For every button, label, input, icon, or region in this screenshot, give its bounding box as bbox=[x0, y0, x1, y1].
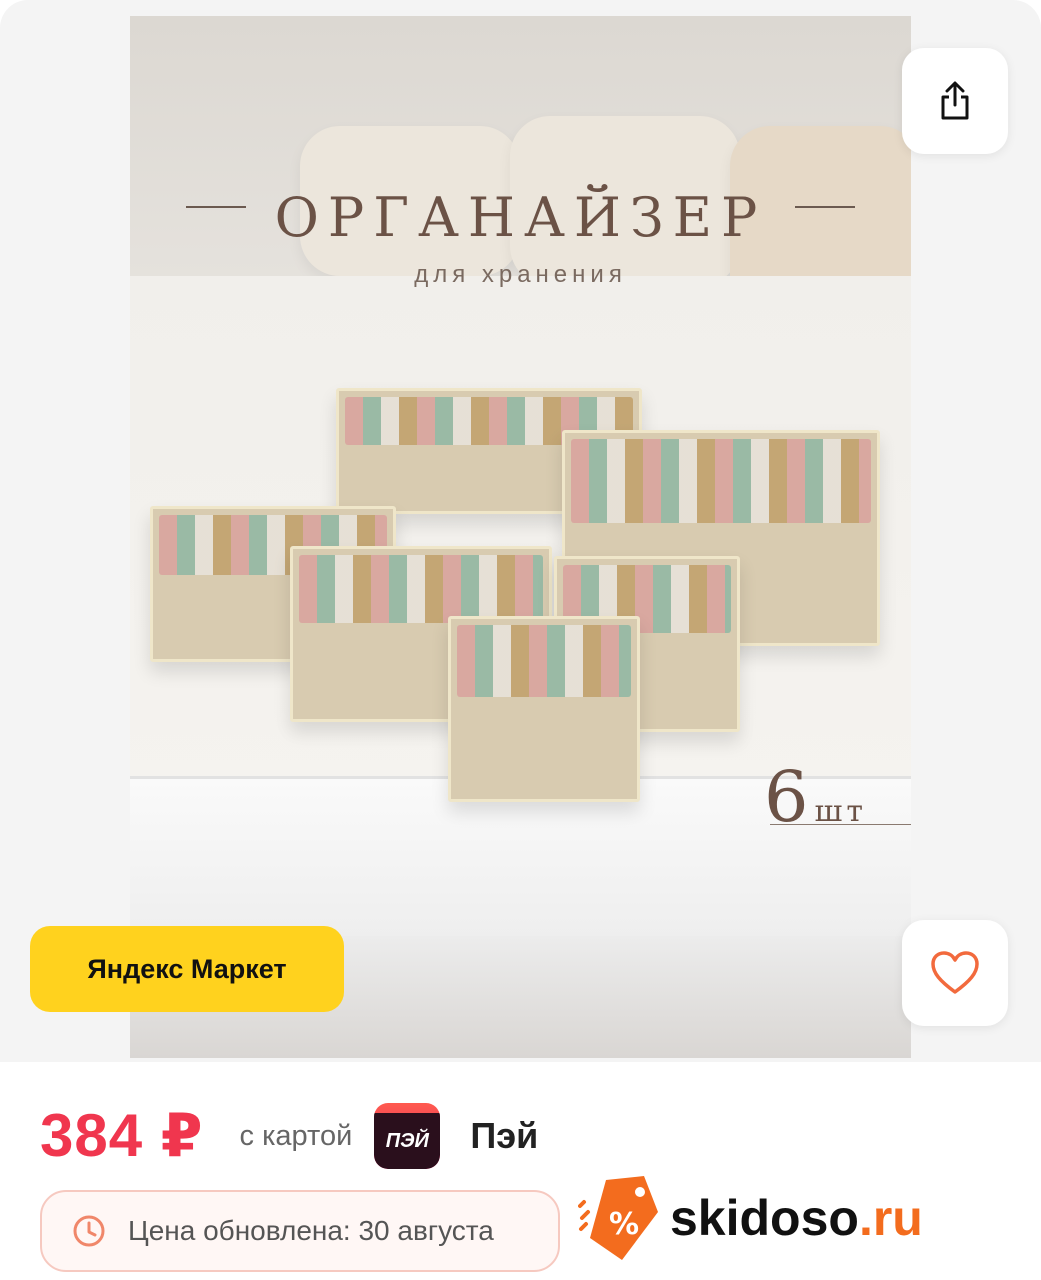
discount-tag-icon: % bbox=[578, 1176, 658, 1260]
price: 384 ₽ bbox=[40, 1102, 204, 1169]
image-title-block: ОРГАНАЙЗЕР для хранения bbox=[130, 186, 911, 289]
clock-icon bbox=[73, 1215, 105, 1247]
share-icon bbox=[941, 81, 969, 120]
store-badge[interactable]: Яндекс Маркет bbox=[30, 926, 344, 1012]
pay-logo: ПЭЙ bbox=[374, 1103, 441, 1169]
image-subtitle: для хранения bbox=[414, 261, 627, 288]
watermark-name: skidoso bbox=[670, 1190, 859, 1246]
title-line-left bbox=[186, 206, 246, 208]
discount-tag-symbol: % bbox=[609, 1207, 639, 1242]
price-updated-text: Цена обновлена: 30 августа bbox=[128, 1215, 494, 1246]
image-quantity: 6 шт bbox=[764, 756, 867, 838]
pay-logo-text: ПЭЙ bbox=[374, 1113, 441, 1169]
price-updated-badge: Цена обновлена: 30 августа bbox=[40, 1190, 560, 1272]
share-button[interactable] bbox=[902, 48, 1008, 154]
product-card: ОРГАНАЙЗЕР для хранения 6 шт Яндекс Марке… bbox=[0, 0, 1041, 1062]
watermark-tld: .ru bbox=[858, 1190, 923, 1246]
product-image[interactable]: ОРГАНАЙЗЕР для хранения 6 шт bbox=[130, 16, 911, 1058]
favorite-button[interactable] bbox=[902, 920, 1008, 1026]
quantity-number: 6 bbox=[763, 756, 809, 838]
price-row: 384 ₽ с картой ПЭЙ Пэй bbox=[40, 1096, 538, 1176]
store-badge-label: Яндекс Маркет bbox=[87, 953, 287, 984]
skidoso-watermark: % skidoso.ru bbox=[578, 1172, 923, 1264]
image-title: ОРГАНАЙЗЕР bbox=[274, 186, 767, 249]
heart-icon bbox=[931, 951, 979, 994]
organizer-box bbox=[448, 616, 640, 802]
card-condition-text: с картой bbox=[239, 1119, 353, 1152]
quantity-underline bbox=[770, 824, 911, 825]
title-line-right bbox=[795, 206, 855, 208]
pay-name: Пэй bbox=[470, 1115, 539, 1156]
